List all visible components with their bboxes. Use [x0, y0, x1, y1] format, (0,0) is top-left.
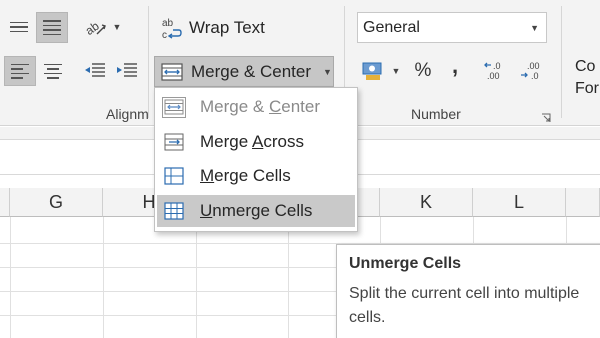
top-align-icon	[10, 20, 28, 34]
conditional-formatting-label-line1: Co	[575, 58, 596, 75]
merge-center-icon	[162, 96, 186, 118]
decrease-indent-button[interactable]	[80, 56, 110, 86]
column-gridline	[10, 217, 11, 338]
number-group-label: Number	[411, 106, 461, 122]
ribbon-separator	[561, 6, 562, 118]
decrease-decimal-icon: .00 .0	[521, 61, 540, 81]
increase-indent-button[interactable]	[112, 56, 142, 86]
middle-align-icon	[43, 19, 61, 37]
svg-text:.00: .00	[527, 61, 540, 71]
conditional-formatting-button[interactable]: Co For	[575, 56, 600, 100]
number-format-value: General	[363, 18, 420, 36]
percent-style-button[interactable]: %	[408, 56, 438, 86]
unmerge-cells-icon	[162, 201, 186, 222]
increase-decimal-button[interactable]: .0 .00	[480, 56, 512, 86]
menu-item-unmerge-cells[interactable]: Unmerge Cells	[157, 195, 355, 227]
svg-text:.0: .0	[493, 61, 501, 71]
percent-icon: %	[414, 60, 432, 81]
increase-decimal-icon: .0 .00	[484, 61, 501, 81]
menu-item-label: Merge Cells	[200, 166, 291, 185]
decrease-indent-icon	[85, 63, 105, 77]
merge-across-icon	[162, 132, 186, 153]
align-center-icon	[44, 62, 62, 80]
column-gridline	[103, 217, 104, 338]
svg-text:.00: .00	[487, 71, 500, 81]
menu-item-merge-across[interactable]: Merge Across	[157, 126, 355, 158]
comma-icon: ,	[451, 53, 459, 78]
column-header-k[interactable]: K	[380, 188, 473, 217]
number-format-select[interactable]: General ▼	[357, 12, 547, 43]
increase-indent-icon	[117, 63, 137, 77]
orientation-button[interactable]: ab ▼	[82, 12, 124, 42]
accounting-format-icon	[362, 62, 382, 80]
svg-text:c: c	[162, 30, 167, 40]
wrap-text-icon: ab c	[162, 18, 182, 40]
middle-align-button[interactable]	[36, 12, 68, 43]
conditional-formatting-label-line2: For	[575, 80, 599, 97]
top-align-button[interactable]	[4, 12, 34, 42]
number-dialog-launcher-icon[interactable]	[541, 110, 551, 122]
menu-item-merge-cells[interactable]: Merge Cells	[157, 160, 355, 192]
merge-center-label: Merge & Center	[191, 61, 311, 81]
merge-dropdown-menu: Merge & Center Merge Across Merge Cells	[154, 87, 358, 232]
unmerge-cells-tooltip: Unmerge Cells Split the current cell int…	[336, 244, 600, 338]
chevron-down-icon: ▼	[112, 22, 122, 32]
merge-center-button[interactable]: Merge & Center ▼	[154, 56, 334, 87]
align-left-button[interactable]	[4, 56, 36, 86]
column-header-m[interactable]	[566, 188, 600, 217]
column-gridline	[288, 217, 289, 338]
merge-center-icon	[161, 62, 183, 81]
wrap-text-button[interactable]: ab c Wrap Text	[156, 12, 272, 43]
column-gridline	[196, 217, 197, 338]
center-button[interactable]	[38, 56, 68, 86]
accounting-format-button[interactable]: ▼	[358, 56, 404, 86]
orientation-icon: ab	[85, 19, 106, 37]
column-header-l[interactable]: L	[473, 188, 566, 217]
alignment-group-label: Alignm	[106, 106, 149, 122]
align-left-icon	[11, 62, 29, 80]
ribbon-separator	[148, 6, 149, 118]
svg-text:ab: ab	[85, 19, 102, 37]
menu-item-label: Merge Across	[200, 132, 304, 151]
menu-item-merge-center: Merge & Center	[157, 91, 355, 123]
menu-item-label: Merge & Center	[200, 97, 321, 116]
chevron-down-icon: ▼	[391, 66, 401, 76]
wrap-text-label: Wrap Text	[189, 17, 265, 37]
tooltip-title: Unmerge Cells	[349, 255, 462, 272]
column-header-partial[interactable]	[0, 188, 10, 217]
column-header-g[interactable]: G	[10, 188, 103, 217]
tooltip-description: Split the current cell into multiple cel…	[349, 285, 580, 326]
svg-text:.0: .0	[531, 71, 539, 81]
svg-text:ab: ab	[162, 18, 174, 29]
chevron-down-icon[interactable]: ▼	[323, 67, 332, 77]
decrease-decimal-button[interactable]: .00 .0	[516, 56, 548, 86]
menu-item-label: Unmerge Cells	[200, 201, 313, 220]
comma-style-button[interactable]: ,	[441, 53, 469, 86]
chevron-down-icon: ▼	[530, 23, 539, 33]
merge-cells-icon	[162, 166, 186, 187]
